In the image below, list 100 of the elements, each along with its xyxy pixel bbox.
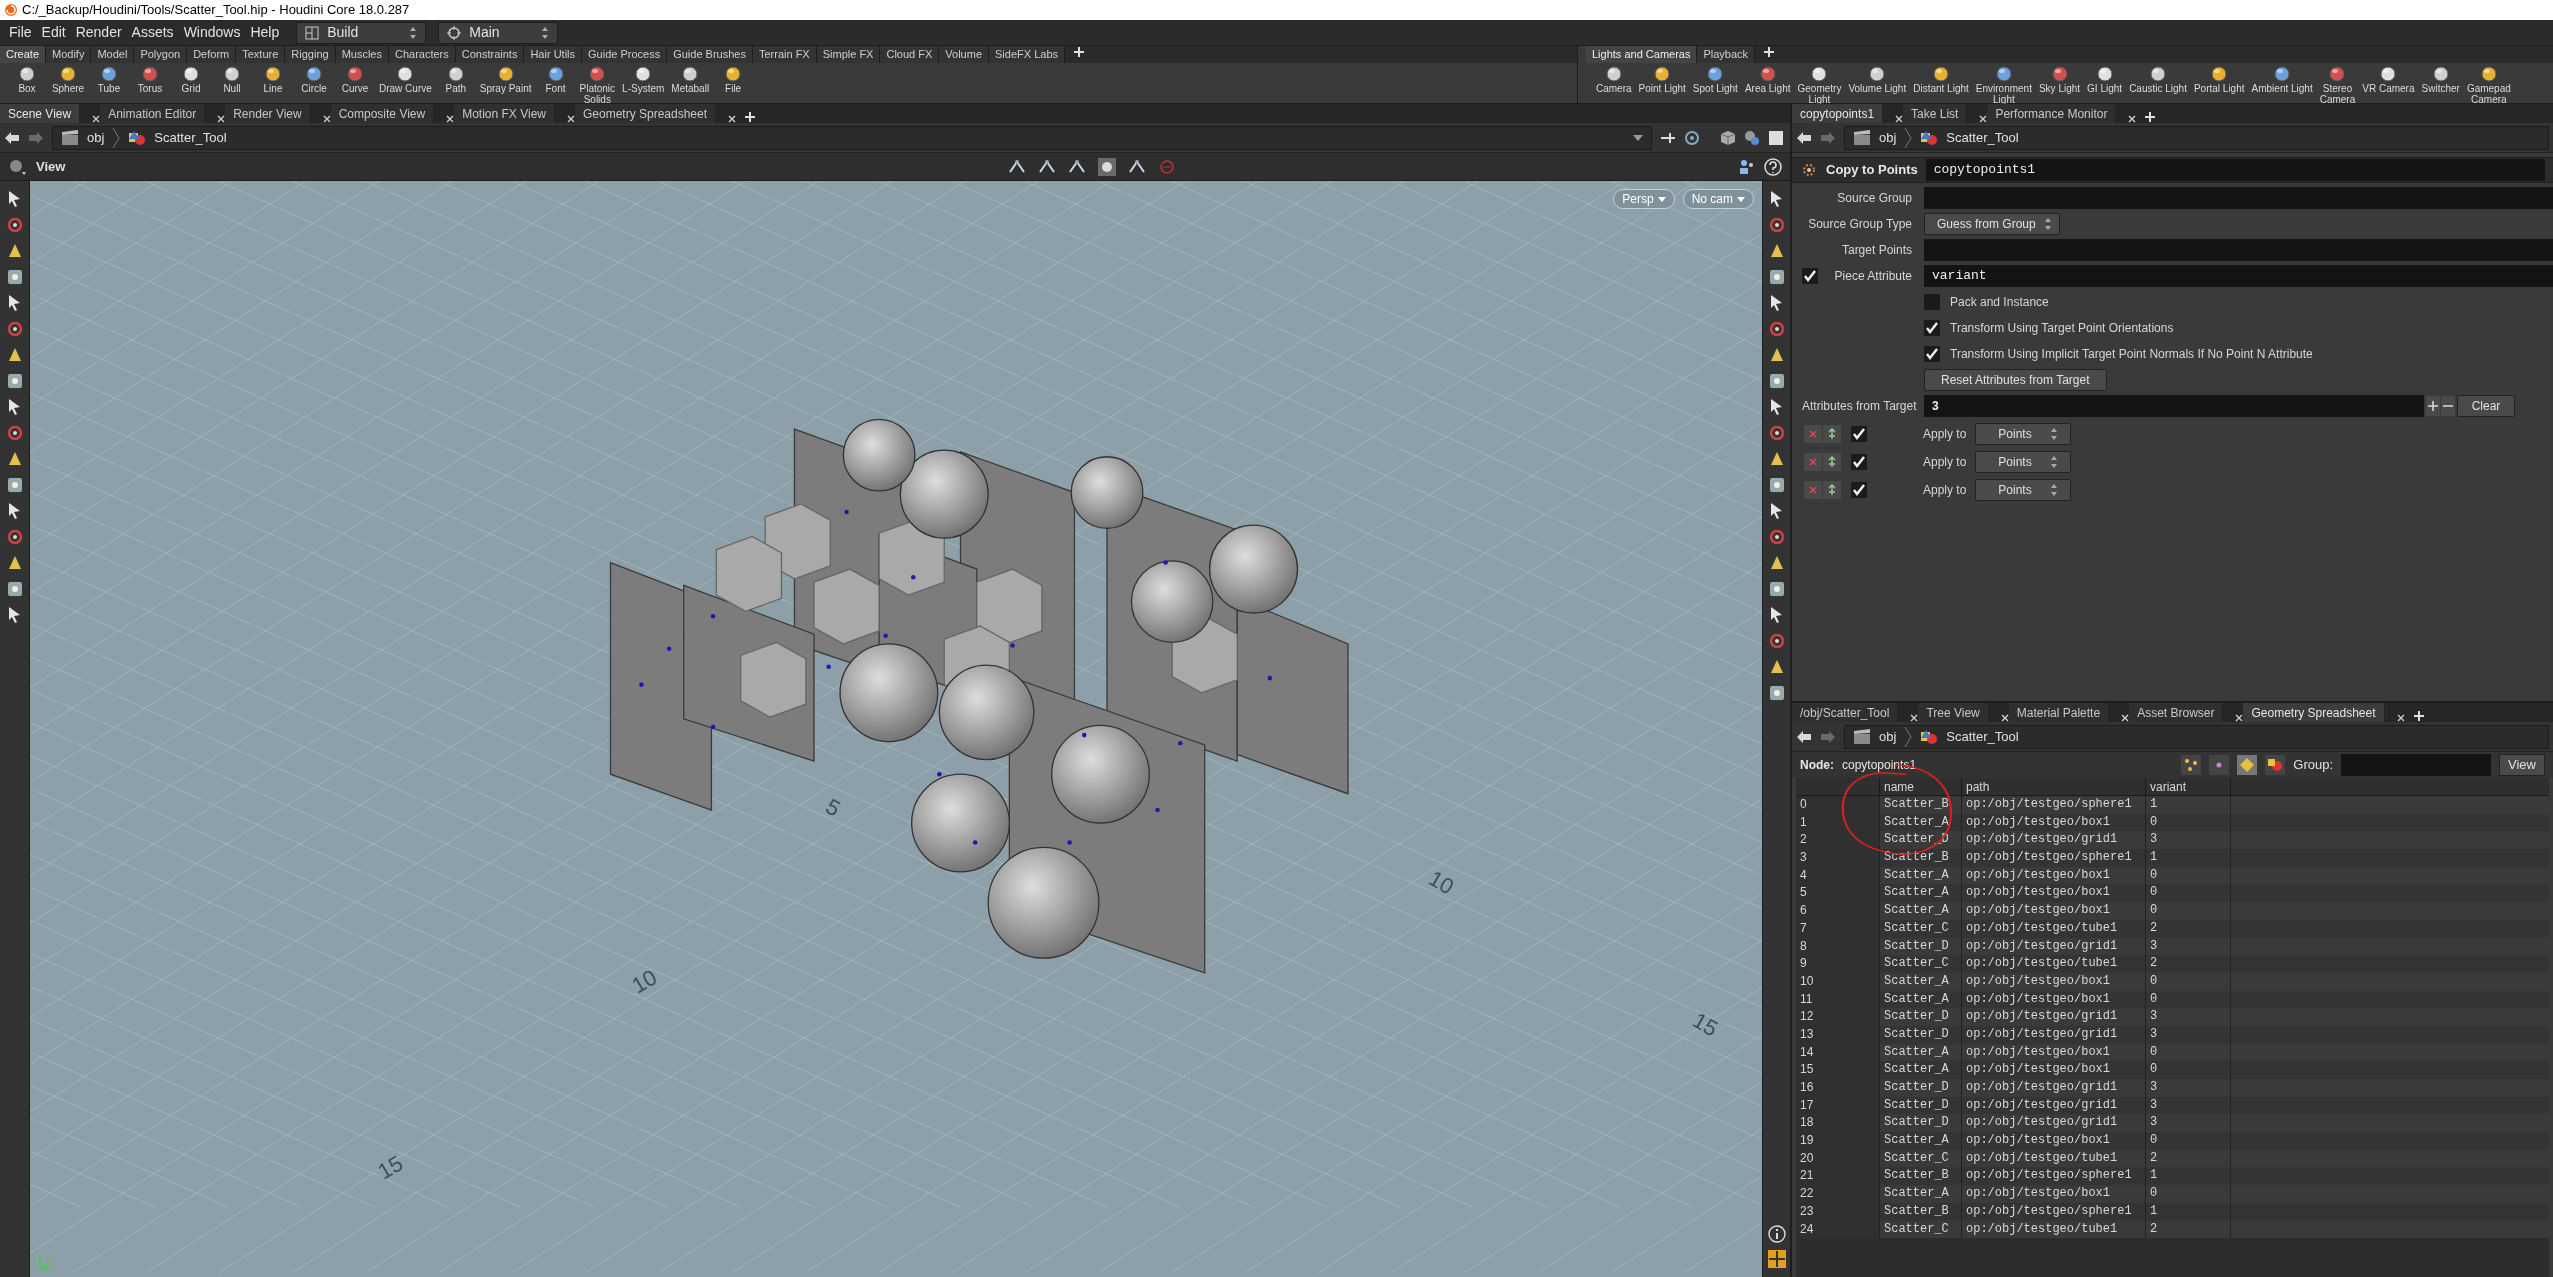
shelf-tool-button[interactable]: L-System: [620, 64, 667, 94]
points-icon[interactable]: [2181, 755, 2202, 775]
shelf-tool-button[interactable]: Ambient Light: [2249, 64, 2315, 94]
pane-tab[interactable]: Geometry Spreadsheet: [575, 104, 717, 123]
checkbox[interactable]: [1851, 426, 1867, 442]
shelf-tab[interactable]: Lights and Cameras: [1586, 46, 1698, 63]
desktop-dropdown[interactable]: Build: [296, 21, 427, 44]
path-bar[interactable]: obj Scatter_Tool: [1844, 125, 2549, 150]
plus-icon[interactable]: [1763, 46, 1776, 58]
column-header[interactable]: variant: [2146, 778, 2231, 795]
shelf-tool-button[interactable]: Grid: [172, 64, 210, 94]
checkbox[interactable]: [1924, 346, 1940, 362]
menu-item[interactable]: Windows: [178, 22, 246, 43]
help-icon[interactable]: [1764, 157, 1782, 176]
checkbox[interactable]: [1924, 320, 1940, 336]
close-icon[interactable]: [1910, 714, 1919, 722]
cube-icon[interactable]: [1720, 129, 1736, 146]
shelf-tool-button[interactable]: Camera: [1594, 64, 1634, 94]
square-icon[interactable]: [1768, 129, 1784, 146]
insert-icon[interactable]: [1823, 425, 1841, 443]
shelf-tool-button[interactable]: Path: [436, 64, 475, 94]
shelf-tool-button[interactable]: Gamepad Camera: [2464, 64, 2513, 105]
pane-tab[interactable]: Tree View: [1918, 703, 1989, 722]
close-icon[interactable]: [1895, 115, 1904, 123]
shelf-tab[interactable]: Volume: [939, 46, 989, 63]
breadcrumb-link[interactable]: obj: [1879, 726, 1897, 747]
shelf-tool-button[interactable]: GI Light: [2085, 64, 2125, 94]
shelf-tab[interactable]: Guide Brushes: [667, 46, 753, 63]
count-field[interactable]: 3: [1924, 395, 2424, 417]
dropdown-menu[interactable]: Guess from Group: [1924, 213, 2060, 235]
pane-tab[interactable]: Animation Editor: [100, 104, 206, 123]
group-field[interactable]: [2341, 754, 2492, 776]
plus-icon[interactable]: [1073, 46, 1085, 58]
close-icon[interactable]: [567, 115, 575, 123]
pane-tab[interactable]: Composite View: [330, 104, 435, 123]
checkbox[interactable]: [1851, 454, 1867, 470]
insert-icon[interactable]: [1823, 481, 1841, 499]
menu-item[interactable]: Edit: [36, 22, 71, 43]
pane-tab[interactable]: Render View: [225, 104, 311, 123]
plus-icon[interactable]: [2412, 710, 2425, 722]
text-field[interactable]: variant: [1924, 265, 2553, 287]
shelf-tab[interactable]: Playback: [1697, 46, 1756, 63]
shelf-tool-button[interactable]: Environment Light: [1973, 64, 2034, 105]
grid-icon[interactable]: [1766, 1249, 1787, 1269]
text-field[interactable]: [1924, 187, 2553, 209]
shelf-tool-button[interactable]: Stereo Camera: [2317, 64, 2358, 105]
pane-tab[interactable]: Geometry Spreadsheet: [2243, 703, 2385, 722]
shelf-tool-button[interactable]: Sphere: [49, 64, 87, 94]
pane-tab[interactable]: Take List: [1903, 104, 1968, 123]
shelf-tab[interactable]: Model: [91, 46, 135, 63]
close-icon[interactable]: [2235, 714, 2244, 722]
shelf-tool-button[interactable]: Curve: [336, 64, 374, 94]
close-icon[interactable]: [1979, 115, 1988, 123]
pane-tab[interactable]: Motion FX View: [454, 104, 555, 123]
pane-tab[interactable]: Performance Monitor: [1987, 104, 2117, 123]
shelf-tab[interactable]: Hair Utils: [524, 46, 583, 63]
shelf-tool-button[interactable]: Metaball: [669, 64, 712, 94]
path-bar[interactable]: obj Scatter_Tool: [52, 125, 1652, 150]
shelf-tool-button[interactable]: Circle: [295, 64, 333, 94]
camera-menu-icon[interactable]: [8, 157, 28, 176]
checkbox[interactable]: [1851, 482, 1867, 498]
target-icon[interactable]: [1684, 129, 1700, 146]
plus-icon[interactable]: [2144, 111, 2157, 123]
vertex-icon[interactable]: [2209, 755, 2230, 775]
close-icon[interactable]: [2000, 714, 2009, 722]
pane-tab[interactable]: Scene View: [0, 104, 81, 123]
menu-item[interactable]: File: [4, 22, 37, 43]
shelf-tab[interactable]: Characters: [388, 46, 456, 63]
shelf-tool-button[interactable]: Torus: [131, 64, 169, 94]
close-icon[interactable]: [2121, 714, 2130, 722]
close-icon[interactable]: [446, 115, 455, 123]
shelf-tab[interactable]: Deform: [187, 46, 237, 63]
back-arrow-icon[interactable]: [1796, 729, 1812, 744]
breadcrumb-link[interactable]: Scatter_Tool: [1946, 726, 2019, 747]
pane-tab[interactable]: copytopoints1: [1792, 104, 1884, 123]
dropdown-menu[interactable]: Points: [1975, 479, 2071, 501]
minus-icon[interactable]: [2441, 396, 2455, 416]
close-icon[interactable]: [322, 115, 331, 123]
shelf-tool-button[interactable]: Distant Light: [1911, 64, 1971, 94]
shelf-tool-button[interactable]: Font: [536, 64, 575, 94]
info-icon[interactable]: [1767, 1225, 1786, 1243]
breadcrumb-link[interactable]: obj: [1879, 127, 1897, 148]
reset-button[interactable]: Reset Attributes from Target: [1924, 369, 2107, 391]
shelf-tool-button[interactable]: Sky Light: [2036, 64, 2083, 94]
shelf-tab[interactable]: Cloud FX: [880, 46, 940, 63]
shelf-tool-button[interactable]: Switcher: [2419, 64, 2462, 94]
shelf-tool-button[interactable]: Area Light: [1742, 64, 1793, 94]
shelf-tab[interactable]: Terrain FX: [752, 46, 817, 63]
shelf-tool-button[interactable]: File: [714, 64, 753, 94]
pane-tab[interactable]: Asset Browser: [2129, 703, 2224, 722]
shelf-tab[interactable]: Muscles: [335, 46, 389, 63]
back-arrow-icon[interactable]: [1796, 130, 1812, 145]
dropdown-caret-icon[interactable]: [1633, 134, 1643, 141]
shelf-tool-button[interactable]: Null: [213, 64, 251, 94]
shelf-tool-button[interactable]: Platonic Solids: [577, 64, 618, 105]
insert-icon[interactable]: [1823, 453, 1841, 471]
shelf-tab[interactable]: Create: [0, 46, 47, 63]
shelf-tab[interactable]: Polygon: [134, 46, 188, 63]
shelf-tab[interactable]: SideFX Labs: [989, 46, 1065, 63]
breadcrumb-link[interactable]: obj: [87, 127, 105, 148]
